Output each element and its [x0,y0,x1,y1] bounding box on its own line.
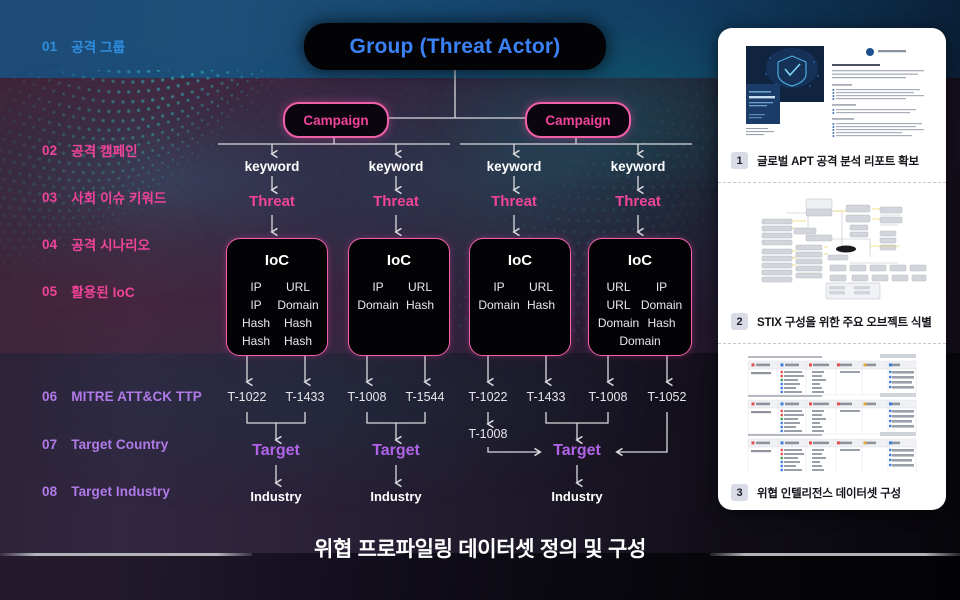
sidebar-item-3: 03 사회 이슈 키워드 [42,187,167,207]
reference-card-3-badge: 3 [731,484,748,501]
ioc-item: IP [250,280,262,294]
ioc-item: IP [655,280,668,294]
sidebar-item-1: 01 공격 그룹 [42,36,125,56]
reference-card-1[interactable]: 1 글로벌 APT 공격 분석 리포트 확보 [718,28,946,182]
target-node-1: Target [252,442,300,459]
keyword-node-3: keyword [486,159,542,174]
keyword-node-4: keyword [610,159,666,174]
ioc-item: Hash [241,316,270,330]
ioc-item: Hash [405,298,434,312]
campaign-node-2-label: Campaign [545,112,611,128]
sidebar-item-3-number: 03 [42,189,58,205]
group-threat-actor-node[interactable]: Group (Threat Actor) [304,23,606,70]
ioc-item: Hash [283,334,312,348]
campaign-node-1[interactable]: Campaign [283,102,389,138]
sidebar-item-2: 02 공격 캠페인 [42,140,138,160]
keyword-node-1: keyword [244,159,300,174]
reference-card-3-text: 위협 인텔리전스 데이터셋 구성 [757,487,901,500]
reference-card-3-caption: 3 위협 인텔리전스 데이터셋 구성 [730,477,934,510]
ioc-item: Domain [640,298,683,312]
sidebar-item-3-label: 사회 이슈 키워드 [71,191,167,206]
industry-node-1: Industry [250,489,302,504]
sidebar-item-5-label: 활용된 IoC [71,285,135,300]
ioc-item: URL [528,280,553,294]
ioc-item: Domain [597,316,640,330]
ioc-item: Hash [241,334,270,348]
ttp-label-4-2: T-1052 [647,390,687,404]
industry-node-2: Industry [370,489,422,504]
ioc-box-3-items: IP URL Domain Hash [470,278,570,314]
ioc-item: Domain [619,334,661,348]
target-node-3: Target [553,442,601,459]
stix-object-diagram-thumbnail [730,191,934,301]
threat-node-1: Threat [249,193,295,210]
sidebar-item-8-label: Target Industry [71,484,170,499]
ioc-box-2[interactable]: IoC IP URL Domain Hash [348,238,450,356]
ioc-box-2-title: IoC [386,252,412,269]
sidebar-item-1-label: 공격 그룹 [71,40,126,55]
target-node-2: Target [372,442,420,459]
campaign-node-1-label: Campaign [303,112,369,128]
ioc-box-2-items: IP URL Domain Hash [349,278,449,314]
group-threat-actor-label: Group (Threat Actor) [349,34,561,58]
reference-card-1-badge: 1 [731,152,748,169]
sidebar-item-5: 05 활용된 IoC [42,281,135,301]
threat-node-2: Threat [373,193,419,210]
sidebar-item-6-number: 06 [42,389,58,404]
ioc-item: IP [372,280,384,294]
sidebar-item-7: 07 Target Country [42,437,168,452]
sidebar-item-4-number: 04 [42,236,58,252]
sidebar-item-4: 04 공격 시나리오 [42,234,150,254]
sidebar-item-8-number: 08 [42,484,58,499]
ioc-item: IP [250,298,262,312]
reference-card-2-text: STIX 구성을 위한 주요 오브젝트 식별 [757,316,932,329]
ioc-box-1-items: IP URL IP Domain Hash Hash Hash Hash [227,278,327,350]
ioc-item: Domain [478,298,520,312]
keyword-node-2: keyword [368,159,424,174]
campaign-node-2[interactable]: Campaign [525,102,631,138]
reference-card-3[interactable]: 3 위협 인텔리전스 데이터셋 구성 [718,343,946,510]
ioc-item: Hash [647,316,676,330]
reference-card-1-text: 글로벌 APT 공격 분석 리포트 확보 [757,155,919,168]
ioc-item: Domain [277,298,319,312]
reference-card-2-caption: 2 STIX 구성을 위한 주요 오브젝트 식별 [730,306,934,339]
ioc-box-4-title: IoC [627,252,653,269]
reference-panel: 1 글로벌 APT 공격 분석 리포트 확보 2 STIX 구성을 위한 주요 … [718,28,946,510]
sidebar-item-2-label: 공격 캠페인 [71,144,138,159]
slide-canvas: 01 공격 그룹 02 공격 캠페인 03 사회 이슈 키워드 04 공격 시나… [0,0,960,600]
threat-node-4: Threat [615,193,661,210]
ioc-box-3-title: IoC [507,252,533,269]
sidebar-item-5-number: 05 [42,283,58,299]
ioc-item: URL [606,298,631,312]
ioc-item: URL [285,280,310,294]
sidebar-item-2-number: 02 [42,142,58,158]
ioc-box-1[interactable]: IoC IP URL IP Domain Hash Hash Hash Hash [226,238,328,356]
sidebar-item-6-label: MITRE ATT&CK TTP [71,389,202,404]
sidebar-item-8: 08 Target Industry [42,484,170,499]
reference-card-1-caption: 1 글로벌 APT 공격 분석 리포트 확보 [730,145,934,178]
sidebar-item-4-label: 공격 시나리오 [71,238,151,253]
ioc-box-3[interactable]: IoC IP URL Domain Hash [469,238,571,356]
threat-node-3: Threat [491,193,537,210]
sidebar-item-1-number: 01 [42,38,58,54]
reference-card-2[interactable]: 2 STIX 구성을 위한 주요 오브젝트 식별 [718,182,946,343]
sidebar-item-7-label: Target Country [71,437,169,452]
ioc-box-4[interactable]: IoC URL IP URL Domain Domain Hash Domain [588,238,692,356]
ioc-item: Domain [357,298,399,312]
ioc-item: Hash [283,316,312,330]
ioc-box-4-items: URL IP URL Domain Domain Hash Domain [589,278,691,350]
sidebar-item-7-number: 07 [42,437,58,452]
footer-title: 위협 프로파일링 데이터셋 정의 및 구성 [314,538,646,561]
ioc-item: Hash [526,298,555,312]
report-document-thumbnail [730,36,934,140]
sidebar-item-6: 06 MITRE ATT&CK TTP [42,389,202,404]
ioc-item: URL [407,280,432,294]
threat-intel-dataset-table-thumbnail [730,352,934,474]
ioc-item: IP [493,280,505,294]
ioc-box-1-title: IoC [264,252,290,269]
industry-node-3: Industry [551,489,603,504]
ioc-item: URL [606,280,631,294]
ttp-label-3-sub: T-1008 [468,427,508,441]
reference-card-2-badge: 2 [731,313,748,330]
